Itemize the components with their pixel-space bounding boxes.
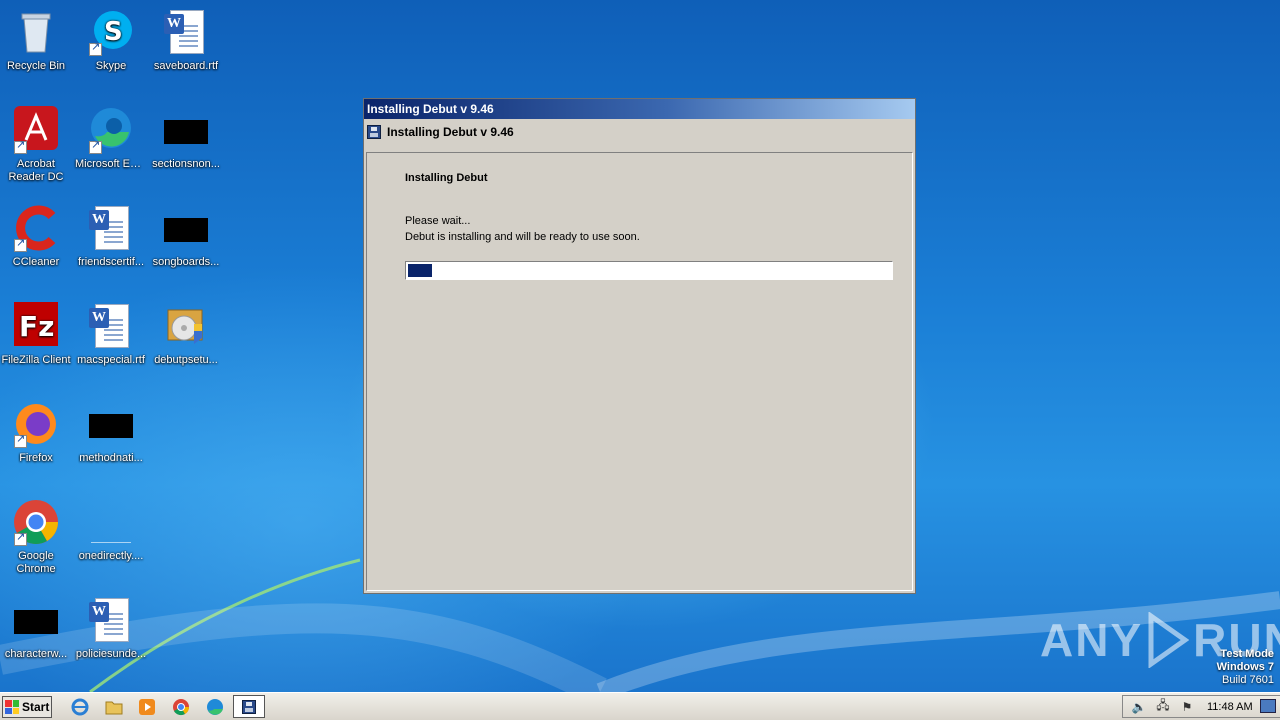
desktop-icon-onedirectly[interactable]: onedirectly.... (73, 498, 149, 563)
desktop-icon-filezilla[interactable]: Fz FileZilla Client (0, 302, 74, 367)
shortcut-arrow-icon (14, 139, 27, 154)
desktop-icon-debutpsetup[interactable]: debutpsetu... (148, 302, 224, 367)
desktop-icon-methodnati[interactable]: methodnati... (73, 400, 149, 465)
show-desktop-icon[interactable] (1260, 699, 1276, 713)
installer-window: Installing Debut v 9.46 Installing Debut… (363, 98, 916, 594)
chrome-icon[interactable] (171, 697, 191, 717)
debut-installer-icon (242, 699, 256, 714)
header-title: Installing Debut v 9.46 (387, 125, 514, 139)
blank-file-icon (87, 498, 135, 546)
desktop-icon-saveboard[interactable]: W saveboard.rtf (148, 8, 224, 73)
floppy-disk-icon (367, 125, 381, 139)
word-document-icon: W (87, 596, 135, 644)
recycle-bin-icon (12, 8, 60, 56)
progress-fill (408, 264, 433, 277)
status-line-2: Debut is installing and will be ready to… (405, 231, 640, 243)
install-progress-bar (405, 261, 893, 280)
shortcut-arrow-icon (89, 139, 102, 154)
ccleaner-icon (12, 204, 60, 252)
shortcut-arrow-icon (89, 41, 102, 56)
desktop: Recycle Bin Acrobat Reader DC CCleaner F… (0, 0, 1280, 692)
taskbar-debut-installer-button[interactable] (233, 695, 265, 718)
acrobat-icon (12, 106, 60, 154)
shortcut-arrow-icon (14, 531, 27, 546)
desktop-icon-edge[interactable]: Microsoft Edge (73, 106, 149, 171)
edge-icon[interactable] (205, 697, 225, 717)
desktop-icon-recycle-bin[interactable]: Recycle Bin (0, 8, 74, 73)
start-button[interactable]: Start (2, 696, 52, 718)
desktop-icon-ccleaner[interactable]: CCleaner (0, 204, 74, 269)
folder-icon[interactable] (104, 697, 124, 717)
desktop-icon-characterw[interactable]: characterw... (0, 596, 74, 661)
test-mode-info: Test Mode Windows 7 Build 7601 (1216, 648, 1274, 686)
desktop-icon-policiesunde[interactable]: W policiesunde... (73, 596, 149, 661)
installer-package-icon (162, 302, 210, 350)
chrome-icon (12, 498, 60, 546)
status-line-1: Please wait... (405, 215, 471, 227)
internet-explorer-icon[interactable] (70, 697, 90, 717)
edge-icon (87, 106, 135, 154)
windows-logo-icon (5, 700, 19, 714)
word-document-icon: W (162, 8, 210, 56)
file-thumbnail-icon (12, 596, 60, 644)
file-thumbnail-icon (162, 204, 210, 252)
desktop-icon-songboards[interactable]: songboards... (148, 204, 224, 269)
taskbar: Start 🔈 🖧 ⚑ 11:48 AM (0, 692, 1280, 720)
section-title: Installing Debut (405, 172, 488, 184)
volume-icon[interactable]: 🔈 (1131, 699, 1147, 715)
play-logo-icon (1148, 612, 1190, 668)
file-thumbnail-icon (162, 106, 210, 154)
window-titlebar[interactable]: Installing Debut v 9.46 (364, 99, 915, 119)
desktop-icon-chrome[interactable]: Google Chrome (0, 498, 74, 576)
word-document-icon: W (87, 204, 135, 252)
content-panel: Installing Debut Please wait... Debut is… (366, 152, 913, 591)
action-center-flag-icon[interactable]: ⚑ (1179, 699, 1195, 715)
window-header: Installing Debut v 9.46 (364, 119, 915, 145)
svg-text:S: S (104, 17, 123, 47)
shortcut-arrow-icon (14, 433, 27, 448)
desktop-icon-sectionsnon[interactable]: sectionsnon... (148, 106, 224, 171)
clock[interactable]: 11:48 AM (1207, 701, 1253, 713)
svg-text:Fz: Fz (19, 310, 54, 343)
media-player-icon[interactable] (137, 697, 157, 717)
desktop-icon-friendscertif[interactable]: W friendscertif... (73, 204, 149, 269)
desktop-icon-macspecial[interactable]: W macspecial.rtf (73, 302, 149, 367)
desktop-icon-acrobat[interactable]: Acrobat Reader DC (0, 106, 74, 184)
network-icon[interactable]: 🖧 (1155, 698, 1171, 715)
skype-icon: S (87, 8, 135, 56)
desktop-icon-skype[interactable]: S Skype (73, 8, 149, 73)
system-tray: 🔈 🖧 ⚑ 11:48 AM (1122, 695, 1280, 718)
filezilla-icon: Fz (12, 302, 60, 350)
file-thumbnail-icon (87, 400, 135, 448)
firefox-icon (12, 400, 60, 448)
shortcut-arrow-icon (14, 237, 27, 252)
word-document-icon: W (87, 302, 135, 350)
desktop-icon-firefox[interactable]: Firefox (0, 400, 74, 465)
